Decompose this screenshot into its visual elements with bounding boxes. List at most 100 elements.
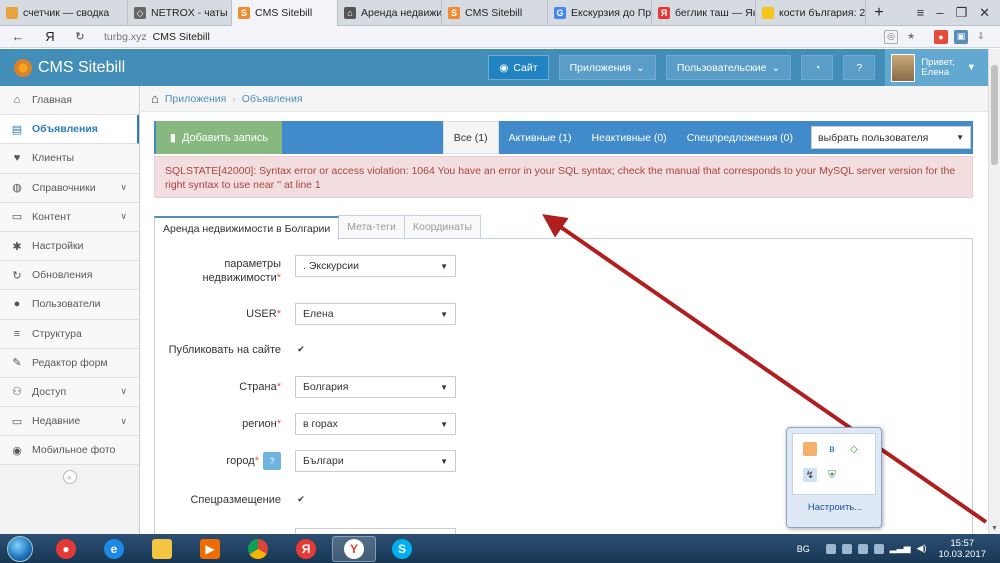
sidebar-item-label: Недавние [32,415,81,428]
user-select[interactable]: выбрать пользователя ▼ [811,126,971,149]
taskbar-ie[interactable]: e [92,536,136,562]
restore-icon[interactable]: ❐ [955,5,967,21]
taskbar-media[interactable]: ▶ [188,536,232,562]
filter-all[interactable]: Все (1) [442,121,499,154]
minimize-icon[interactable]: – [936,5,943,20]
dashboard-button[interactable]: ◔ [801,55,834,80]
browser-tab[interactable]: кости българия: 2 [756,0,866,26]
sidebar-item-mobile-photo[interactable]: ◉ Мобильное фото [0,436,139,466]
taskbar-explorer[interactable] [140,536,184,562]
city-select[interactable]: Българи ▼ [295,450,456,472]
screenshot-icon[interactable]: ▣ [954,29,968,44]
field-label: Страна* [239,381,281,393]
sidebar-item-label: Справочники [32,181,96,194]
caret-down-icon: ▼ [440,382,448,392]
site-button[interactable]: ◉ Сайт [488,55,549,80]
url-page-title[interactable]: CMS Sitebill [153,31,210,43]
volume-icon[interactable]: ◀) [917,543,927,554]
user-field-select[interactable]: Елена ▼ [295,303,456,325]
taskbar-chrome[interactable] [236,536,280,562]
city-value: Българи [303,455,344,467]
close-icon[interactable]: ✕ [979,5,990,21]
breadcrumb-item-ads[interactable]: Объявления [242,93,303,105]
add-record-button[interactable]: ▮ Добавить запись [156,121,282,154]
network-tray-icon[interactable] [841,543,852,554]
sidebar-item-recent[interactable]: ▭ Недавние ∨ [0,407,139,437]
protect-icon[interactable]: ◎ [884,29,898,44]
taskbar-yandex-active[interactable]: Y [332,535,376,562]
reload-icon[interactable]: ↻ [70,30,90,43]
taskbar-microphone[interactable]: ● [44,536,88,562]
language-indicator[interactable]: BG [797,544,810,554]
user-select-value: выбрать пользователя [818,131,929,144]
back-arrow-icon[interactable]: ← [8,29,28,44]
publish-checkbox[interactable]: ✔ [296,344,306,354]
sidebar-item-settings[interactable]: ✱ Настройки [0,231,139,262]
show-hidden-icons-icon[interactable] [825,543,836,554]
download-icon[interactable]: ⇩ [974,30,988,44]
filter-active[interactable]: Активные (1) [499,121,582,154]
browser-tab[interactable]: ◇ NETROX - чаты [128,0,232,26]
browser-tab[interactable]: Ябеглик таш — Янд [652,0,756,26]
filter-inactive[interactable]: Неактивные (0) [582,121,677,154]
custom-menu-button[interactable]: Пользовательские ⌄ [665,55,792,80]
sidebar-item-users[interactable]: ● Пользователи [0,290,139,320]
chevron-down-icon: ⌄ [771,61,781,74]
country-select[interactable]: Болгария ▼ [295,376,456,398]
page-scrollbar[interactable]: ▼ [988,49,1000,534]
sidebar-item-ads[interactable]: ▤ Объявления [0,115,139,145]
region-select[interactable]: в горах ▼ [295,413,456,435]
new-tab-button[interactable]: + [866,0,892,26]
collapse-icon[interactable]: « [62,470,77,485]
breadcrumb-item-apps[interactable]: Приложения [165,93,226,105]
sidebar-item-content[interactable]: ▭ Контент ∨ [0,202,139,232]
sidebar-item-form-editor[interactable]: ✎ Редактор форм [0,348,139,378]
sync-tray-icon[interactable]: ↯ [803,468,817,482]
tray-leaf-icon[interactable]: ◇ [847,442,861,456]
sidebar-item-label: Контент [32,210,71,223]
breadcrumb: ⌂ Приложения › Объявления [141,86,988,112]
tab-rental[interactable]: Аренда недвижимости в Болгарии [154,216,340,240]
browser-tab[interactable]: ⌂ Аренда недвижим [338,0,442,26]
tab-meta-tags[interactable]: Мета-теги [338,215,405,238]
scroll-down-icon[interactable]: ▼ [991,525,998,532]
security-tray-icon[interactable]: ⛨ [825,468,839,482]
signal-icon[interactable]: ▂▃▅ [890,543,911,554]
browser-tab[interactable]: S CMS Sitebill [442,0,548,26]
system-clock[interactable]: 15:57 10.03.2017 [938,538,986,560]
user-menu[interactable]: Привет, Елена ▼ [885,49,988,86]
app-tray-icon[interactable] [803,442,817,456]
browser-tab[interactable]: G Екскурзия до Пра [548,0,652,26]
sitebill-icon: S [448,7,460,19]
menu-icon[interactable]: ≡ [917,5,925,20]
sidebar-item-access[interactable]: ⚇ Доступ ∨ [0,377,139,408]
help-question-icon[interactable]: ? [263,452,281,470]
flag-tray-icon[interactable] [857,543,868,554]
extension-icon[interactable]: ● [934,29,948,44]
tray-customize-link[interactable]: Настроить... [787,502,883,513]
power-tray-icon[interactable] [873,543,884,554]
sidebar-item-updates[interactable]: ↻ Обновления [0,261,139,291]
sidebar-item-structure[interactable]: ≡ Структура [0,319,139,349]
sidebar-item-home[interactable]: ⌂ Главная [0,86,139,116]
taskbar-yandex[interactable]: Я [284,536,328,562]
help-button[interactable]: ? [843,55,876,80]
sidebar-item-references[interactable]: ◍ Справочники ∨ [0,173,139,203]
filter-special[interactable]: Спецпредложения (0) [677,121,803,154]
taskbar-skype[interactable]: S [380,536,424,562]
special-checkbox[interactable]: ✔ [296,494,306,504]
app-logo[interactable]: CMS Sitebill [0,58,125,77]
bluetooth-icon[interactable]: ʙ [825,442,839,456]
sidebar-item-clients[interactable]: ♥ Клиенты [0,144,139,174]
tab-coordinates[interactable]: Координаты [403,215,482,238]
start-button[interactable] [0,535,40,562]
scroll-thumb[interactable] [991,65,998,165]
params-select[interactable]: . Экскурсии ▼ [295,255,456,277]
bookmark-star-icon[interactable]: ★ [904,30,918,44]
home-icon[interactable]: ⌂ [151,91,159,106]
url-host[interactable]: turbg.xyz [104,31,147,43]
apps-menu-button[interactable]: Приложения ⌄ [558,55,656,80]
yandex-logo-icon[interactable]: Я [40,29,60,44]
browser-tab[interactable]: счетчик — сводка [0,0,128,26]
browser-tab[interactable]: S CMS Sitebill [232,0,338,26]
